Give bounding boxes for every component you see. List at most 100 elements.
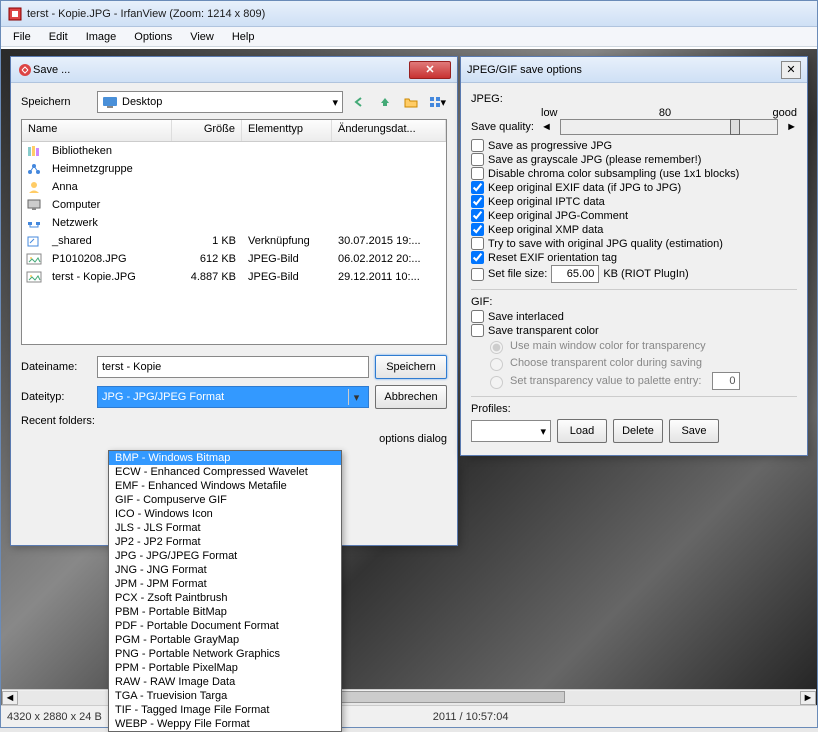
menu-view[interactable]: View — [182, 29, 222, 45]
profiles-combo[interactable]: ▾ — [471, 420, 551, 442]
load-button[interactable]: Load — [557, 419, 607, 443]
filename-label: Dateiname: — [21, 361, 91, 373]
file-name: P1010208.JPG — [46, 253, 172, 265]
gif-transparent-checkbox[interactable] — [471, 324, 484, 337]
file-row[interactable]: Netzwerk — [22, 214, 446, 232]
file-list-body[interactable]: BibliothekenHeimnetzgruppe Anna Computer Ne… — [22, 142, 446, 286]
format-option[interactable]: ECW - Enhanced Compressed Wavelet — [109, 465, 341, 479]
cancel-button[interactable]: Abbrechen — [375, 385, 447, 409]
filename-input[interactable] — [97, 356, 369, 378]
quality-value: 80 — [659, 107, 671, 119]
format-option[interactable]: TIF - Tagged Image File Format — [109, 703, 341, 717]
file-name: Computer — [46, 199, 172, 211]
file-list: Name Größe Elementtyp Änderungsdat... Bi… — [21, 119, 447, 345]
format-option[interactable]: WEBP - Weppy File Format — [109, 717, 341, 731]
file-type: Verknüpfung — [242, 235, 332, 247]
file-type: JPEG-Bild — [242, 253, 332, 265]
file-row[interactable]: Heimnetzgruppe — [22, 160, 446, 178]
format-option[interactable]: PNG - Portable Network Graphics — [109, 647, 341, 661]
slider-thumb[interactable] — [730, 119, 740, 135]
file-name: Anna — [46, 181, 172, 193]
up-icon[interactable] — [375, 92, 395, 112]
menu-image[interactable]: Image — [78, 29, 125, 45]
main-titlebar[interactable]: terst - Kopie.JPG - IrfanView (Zoom: 121… — [1, 1, 817, 27]
format-option[interactable]: JNG - JNG Format — [109, 563, 341, 577]
format-option[interactable]: JP2 - JP2 Format — [109, 535, 341, 549]
file-row[interactable]: Bibliotheken — [22, 142, 446, 160]
menu-options[interactable]: Options — [126, 29, 180, 45]
jpeg-option-checkbox[interactable] — [471, 195, 484, 208]
format-option[interactable]: JLS - JLS Format — [109, 521, 341, 535]
jpeg-option-checkbox[interactable] — [471, 237, 484, 250]
filetype-dropdown[interactable]: BMP - Windows BitmapECW - Enhanced Compr… — [108, 450, 342, 732]
net-icon — [26, 161, 42, 177]
col-type[interactable]: Elementtyp — [242, 120, 332, 141]
delete-button[interactable]: Delete — [613, 419, 663, 443]
file-row[interactable]: terst - Kopie.JPG4.887 KBJPEG-Bild29.12.… — [22, 268, 446, 286]
save-dialog-title: Save ... — [33, 64, 70, 76]
format-option[interactable]: TGA - Truevision Targa — [109, 689, 341, 703]
menu-help[interactable]: Help — [224, 29, 263, 45]
slider-left-icon[interactable]: ◄ — [541, 121, 552, 133]
back-icon[interactable] — [349, 92, 369, 112]
view-menu-icon[interactable]: ▾ — [427, 92, 447, 112]
format-option[interactable]: PGM - Portable GrayMap — [109, 633, 341, 647]
scroll-left-icon[interactable]: ◄ — [2, 691, 18, 705]
menu-edit[interactable]: Edit — [41, 29, 76, 45]
file-row[interactable]: Anna — [22, 178, 446, 196]
format-option[interactable]: JPM - JPM Format — [109, 577, 341, 591]
location-combo[interactable]: Desktop ▾ — [97, 91, 343, 113]
format-option[interactable]: JPG - JPG/JPEG Format — [109, 549, 341, 563]
file-row[interactable]: P1010208.JPG612 KBJPEG-Bild06.02.2012 20… — [22, 250, 446, 268]
scroll-right-icon[interactable]: ► — [800, 691, 816, 705]
save-button[interactable]: Speichern — [375, 355, 447, 379]
options-titlebar[interactable]: JPEG/GIF save options ✕ — [461, 57, 807, 83]
save-dialog-titlebar[interactable]: Save ... ✕ — [11, 57, 457, 83]
set-file-size-checkbox[interactable] — [471, 268, 484, 281]
format-option[interactable]: EMF - Enhanced Windows Metafile — [109, 479, 341, 493]
filetype-combo[interactable]: JPG - JPG/JPEG Format ▾ — [97, 386, 369, 408]
col-name[interactable]: Name — [22, 120, 172, 141]
format-option[interactable]: PDF - Portable Document Format — [109, 619, 341, 633]
link-icon — [26, 233, 42, 249]
format-option[interactable]: GIF - Compuserve GIF — [109, 493, 341, 507]
net2-icon — [26, 215, 42, 231]
format-option[interactable]: PCX - Zsoft Paintbrush — [109, 591, 341, 605]
format-option[interactable]: ICO - Windows Icon — [109, 507, 341, 521]
file-name: Netzwerk — [46, 217, 172, 229]
jpeg-option-checkbox[interactable] — [471, 167, 484, 180]
slider-right-icon[interactable]: ► — [786, 121, 797, 133]
file-size-input[interactable] — [551, 265, 599, 283]
quality-good-label: good — [773, 107, 797, 119]
jpeg-option-checkbox[interactable] — [471, 153, 484, 166]
format-option[interactable]: RAW - RAW Image Data — [109, 675, 341, 689]
jpeg-option-checkbox[interactable] — [471, 251, 484, 264]
jpeg-option-checkbox[interactable] — [471, 223, 484, 236]
menubar: File Edit Image Options View Help — [1, 27, 817, 47]
close-button[interactable]: ✕ — [409, 61, 451, 79]
format-option[interactable]: BMP - Windows Bitmap — [109, 451, 341, 465]
jpeg-option-checkbox[interactable] — [471, 209, 484, 222]
file-row[interactable]: Computer — [22, 196, 446, 214]
file-row[interactable]: _shared1 KBVerknüpfung30.07.2015 19:... — [22, 232, 446, 250]
quality-slider[interactable] — [560, 119, 778, 135]
col-size[interactable]: Größe — [172, 120, 242, 141]
jpeg-option-label: Keep original JPG-Comment — [488, 210, 628, 222]
new-folder-icon[interactable] — [401, 92, 421, 112]
format-option[interactable]: PPM - Portable PixelMap — [109, 661, 341, 675]
set-file-size-label: Set file size: — [488, 268, 547, 280]
col-date[interactable]: Änderungsdat... — [332, 120, 446, 141]
filetype-value: JPG - JPG/JPEG Format — [102, 391, 224, 403]
gif-interlaced-checkbox[interactable] — [471, 310, 484, 323]
jpeg-option-checkbox[interactable] — [471, 139, 484, 152]
jpeg-option-checkbox[interactable] — [471, 181, 484, 194]
transparency-main-label: Use main window color for transparency — [510, 340, 706, 352]
jpeg-gif-options-dialog: JPEG/GIF save options ✕ JPEG: low 80 goo… — [460, 56, 808, 456]
quality-label: Save quality: — [471, 121, 537, 133]
status-dimensions: 4320 x 2880 x 24 B — [7, 711, 113, 723]
profile-save-button[interactable]: Save — [669, 419, 719, 443]
menu-file[interactable]: File — [5, 29, 39, 45]
format-option[interactable]: PBM - Portable BitMap — [109, 605, 341, 619]
lib-icon — [26, 143, 42, 159]
close-button[interactable]: ✕ — [781, 61, 801, 79]
